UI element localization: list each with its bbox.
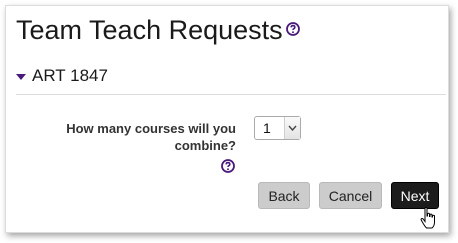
courses-count-select[interactable]: 1 xyxy=(254,116,301,140)
triangle-down-icon xyxy=(16,74,26,80)
chevron-down-icon xyxy=(284,117,300,139)
next-button[interactable]: Next xyxy=(391,182,439,209)
team-teach-panel: Team Teach Requests ART 1847 How many co… xyxy=(5,5,449,233)
page-title: Team Teach Requests xyxy=(16,15,283,45)
help-circle-icon[interactable] xyxy=(221,159,235,173)
hand-pointer-icon xyxy=(420,207,435,229)
courses-count-value: 1 xyxy=(263,120,271,136)
section-heading: ART 1847 xyxy=(32,66,108,85)
back-button[interactable]: Back xyxy=(258,182,310,209)
section-toggle-art-1847[interactable]: ART 1847 xyxy=(16,66,108,86)
help-circle-icon[interactable] xyxy=(286,22,300,36)
courses-count-label: How many courses will you combine? xyxy=(66,121,236,153)
cancel-button[interactable]: Cancel xyxy=(319,182,382,209)
section-divider xyxy=(16,94,446,95)
